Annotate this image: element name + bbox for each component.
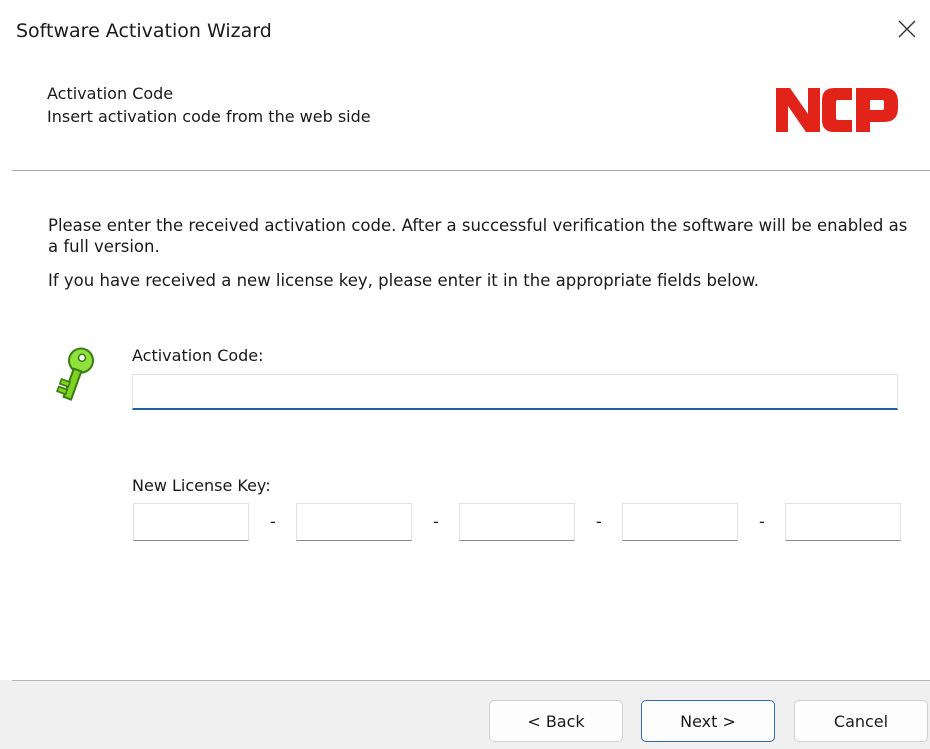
close-icon bbox=[898, 20, 916, 38]
license-key-field-1[interactable] bbox=[133, 503, 249, 541]
activation-code-input[interactable] bbox=[132, 374, 898, 410]
ncp-logo bbox=[776, 88, 898, 132]
license-key-separator: - bbox=[596, 512, 602, 531]
description-text-2: If you have received a new license key, … bbox=[48, 271, 759, 290]
wizard-footer bbox=[0, 680, 930, 749]
license-key-field-4[interactable] bbox=[622, 503, 738, 541]
wizard-header: Activation Code Insert activation code f… bbox=[0, 52, 930, 170]
next-button[interactable]: Next > bbox=[641, 700, 775, 742]
license-key-field-5[interactable] bbox=[785, 503, 901, 541]
window-title: Software Activation Wizard bbox=[16, 20, 272, 42]
header-subtitle: Insert activation code from the web side bbox=[47, 107, 371, 126]
footer-separator bbox=[12, 680, 930, 681]
license-key-label: New License Key: bbox=[132, 476, 271, 495]
license-key-field-3[interactable] bbox=[459, 503, 575, 541]
description-text-1: Please enter the received activation cod… bbox=[48, 216, 908, 256]
header-separator bbox=[12, 170, 930, 171]
close-button[interactable] bbox=[892, 14, 922, 44]
license-key-field-2[interactable] bbox=[296, 503, 412, 541]
header-title: Activation Code bbox=[47, 84, 174, 103]
license-key-separator: - bbox=[270, 512, 276, 531]
license-key-separator: - bbox=[433, 512, 439, 531]
key-icon bbox=[56, 347, 95, 401]
activation-code-label: Activation Code: bbox=[132, 346, 264, 365]
title-bar: Software Activation Wizard bbox=[0, 0, 930, 52]
license-key-separator: - bbox=[759, 512, 765, 531]
cancel-button[interactable]: Cancel bbox=[794, 700, 928, 742]
back-button[interactable]: < Back bbox=[489, 700, 623, 742]
